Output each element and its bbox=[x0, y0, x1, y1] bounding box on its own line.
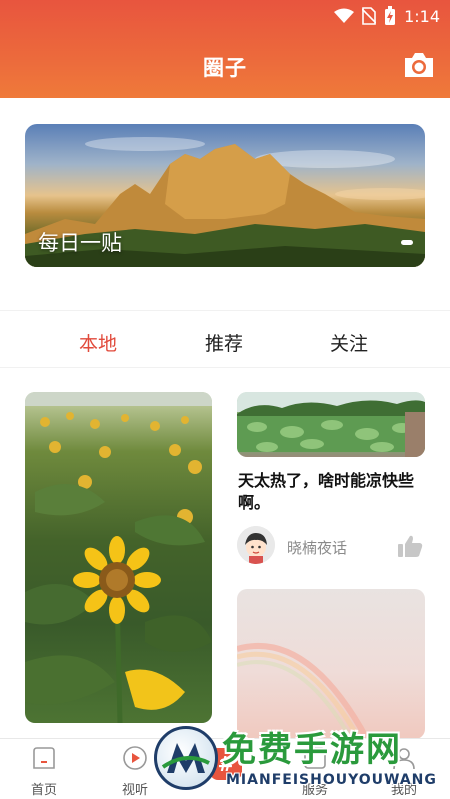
wifi-icon bbox=[334, 8, 355, 23]
tab-local[interactable]: 本地 bbox=[79, 329, 117, 356]
lotus-pond-image bbox=[237, 392, 425, 457]
status-time: 1:14 bbox=[404, 6, 440, 26]
post-card-rainbow[interactable] bbox=[237, 589, 425, 739]
post-image-lotus-pond[interactable] bbox=[237, 392, 425, 457]
m-logo-icon bbox=[161, 743, 210, 773]
sunflower-field-image bbox=[25, 392, 212, 723]
watermark-text: 免费手游网 bbox=[222, 730, 402, 770]
home-icon bbox=[33, 747, 55, 769]
battery-charging-icon bbox=[385, 6, 396, 25]
nav-home-label: 首页 bbox=[30, 783, 57, 798]
author-name[interactable]: 晓楠夜话 bbox=[287, 537, 347, 558]
tab-recommended[interactable]: 推荐 bbox=[205, 329, 243, 356]
author-row: 晓楠夜话 bbox=[237, 526, 425, 566]
site-watermark: 免费手游网 MIANFEISHOUYOUWANG bbox=[150, 722, 450, 799]
watermark-logo bbox=[154, 726, 218, 790]
post-card-sunflower[interactable] bbox=[25, 392, 212, 723]
feed-tabs: 本地 推荐 关注 bbox=[0, 310, 450, 368]
camera-icon[interactable] bbox=[402, 50, 436, 80]
rainbow-sky-image bbox=[237, 642, 370, 739]
thumbs-up-icon[interactable] bbox=[397, 534, 423, 558]
post-title[interactable]: 天太热了，啥时能凉快些啊。 bbox=[238, 470, 428, 514]
daily-post-banner[interactable]: 每日一贴 bbox=[25, 124, 425, 267]
app-header: 1:14 圈子 bbox=[0, 0, 450, 98]
no-sim-icon bbox=[362, 7, 377, 25]
nav-home[interactable]: 首页 bbox=[14, 745, 74, 798]
tab-following[interactable]: 关注 bbox=[330, 329, 368, 356]
avatar[interactable] bbox=[237, 526, 275, 564]
watermark-subtext: MIANFEISHOUYOUWANG bbox=[226, 772, 437, 788]
carousel-indicator bbox=[401, 240, 413, 245]
play-circle-icon bbox=[123, 746, 147, 770]
banner-caption: 每日一贴 bbox=[38, 231, 122, 255]
status-icons: 1:14 bbox=[334, 6, 440, 26]
page-title: 圈子 bbox=[203, 56, 247, 80]
status-bar: 1:14 bbox=[0, 0, 450, 32]
avatar-cartoon-icon bbox=[237, 526, 275, 564]
